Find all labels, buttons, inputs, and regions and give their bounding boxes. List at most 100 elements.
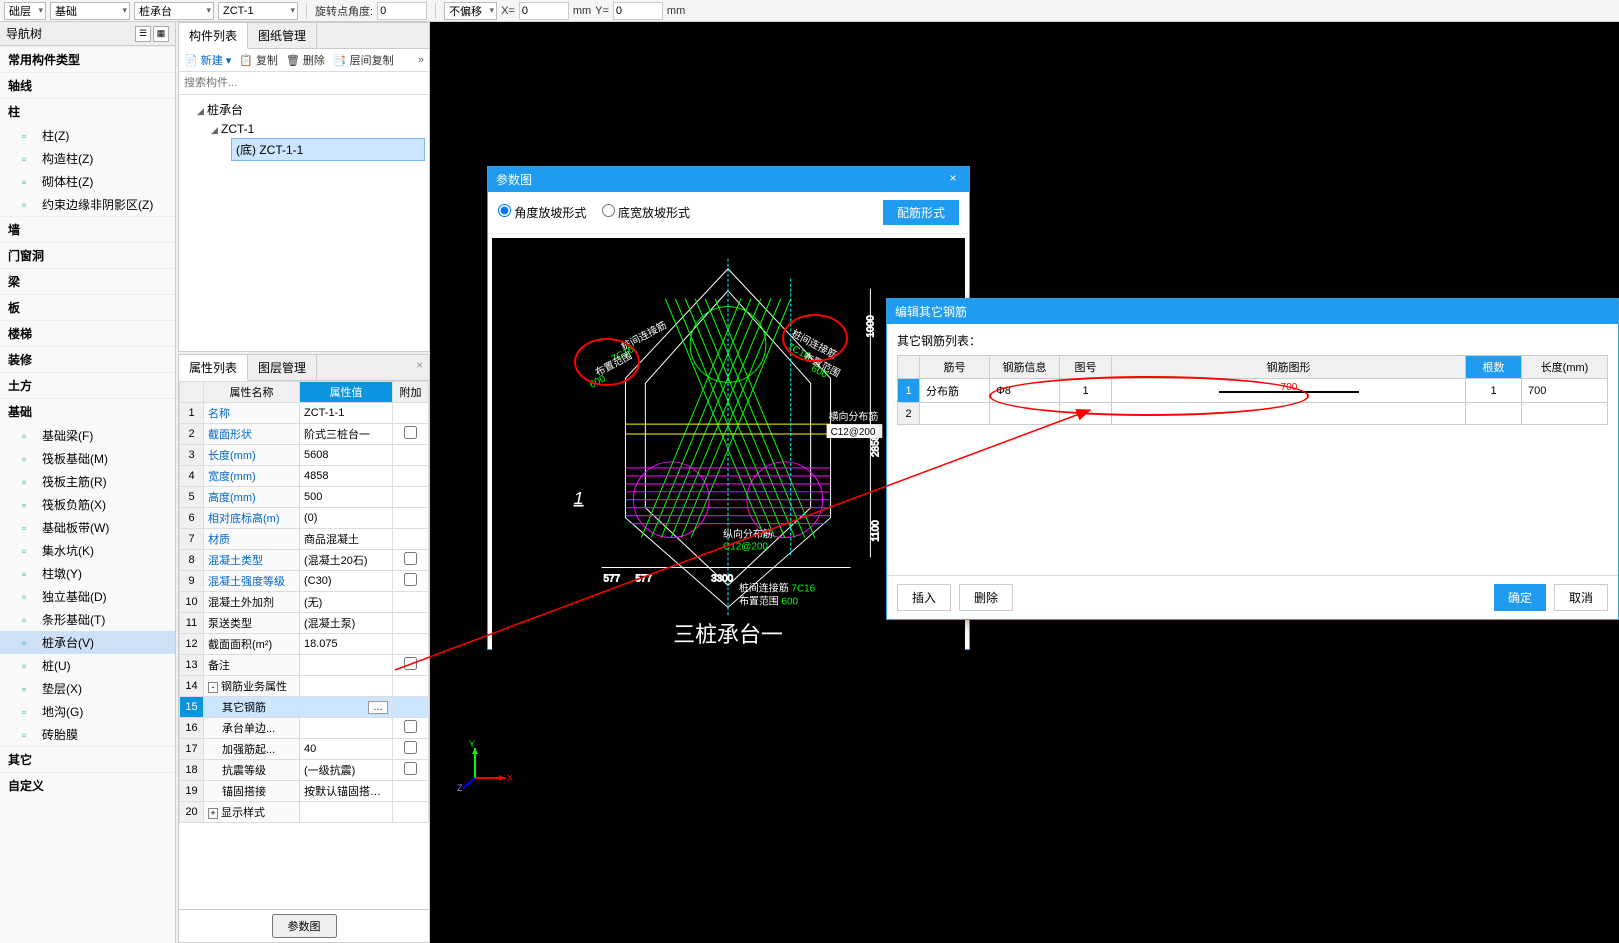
nav-item[interactable]: ▫筏板负筋(X) <box>0 493 175 516</box>
prop-row[interactable]: 16 承台单边... <box>180 718 429 739</box>
nav-item[interactable]: ▫筏板主筋(R) <box>0 470 175 493</box>
offset-dropdown[interactable]: 不偏移 <box>444 2 497 20</box>
tree-root[interactable]: ◢桩承台 <box>183 99 425 120</box>
tab-layer-manage[interactable]: 图层管理 <box>248 355 317 380</box>
tree-child[interactable]: ◢ZCT-1 <box>183 120 425 138</box>
nav-group[interactable]: 门窗洞 <box>0 242 175 268</box>
prop-row[interactable]: 8 混凝土类型 (混凝土20石) <box>180 550 429 571</box>
layer-dropdown[interactable]: 础层 <box>4 2 46 20</box>
prop-row[interactable]: 14 -钢筋业务属性 <box>180 676 429 697</box>
nav-group[interactable]: 柱 <box>0 98 175 124</box>
rebar-row[interactable]: 1 分布筋 Φ8 1 700 1 700 <box>898 379 1608 403</box>
prop-row[interactable]: 4 宽度(mm) 4858 <box>180 466 429 487</box>
rebar-col[interactable]: 图号 <box>1060 356 1112 379</box>
copy-button[interactable]: 📋复制 <box>239 52 278 68</box>
y-input[interactable] <box>613 2 663 20</box>
prop-close-icon[interactable]: × <box>410 355 429 380</box>
nav-group[interactable]: 其它 <box>0 746 175 772</box>
nav-group[interactable]: 楼梯 <box>0 320 175 346</box>
insert-button[interactable]: 插入 <box>897 584 951 611</box>
nav-item[interactable]: ▫砖胎膜 <box>0 723 175 746</box>
prop-checkbox[interactable] <box>404 573 417 586</box>
nav-group[interactable]: 梁 <box>0 268 175 294</box>
prop-checkbox[interactable] <box>404 552 417 565</box>
x-input[interactable] <box>519 2 569 20</box>
prop-row[interactable]: 12 截面面积(m²) 18.075 <box>180 634 429 655</box>
dlg2-titlebar[interactable]: 编辑其它钢筋 <box>887 299 1618 324</box>
ellipsis-button[interactable]: … <box>368 701 388 714</box>
prop-row[interactable]: 6 相对底标高(m) (0) <box>180 508 429 529</box>
prop-row[interactable]: 5 高度(mm) 500 <box>180 487 429 508</box>
nav-item[interactable]: ▫基础梁(F) <box>0 424 175 447</box>
radio-angle-slope[interactable]: 角度放坡形式 <box>498 206 586 220</box>
rebar-form-button[interactable]: 配筋形式 <box>883 200 959 225</box>
prop-row[interactable]: 13 备注 <box>180 655 429 676</box>
nav-item[interactable]: ▫砌体柱(Z) <box>0 170 175 193</box>
rebar-col[interactable]: 钢筋图形 <box>1112 356 1466 379</box>
nav-item[interactable]: ▫柱(Z) <box>0 124 175 147</box>
nav-item[interactable]: ▫独立基础(D) <box>0 585 175 608</box>
nav-group[interactable]: 装修 <box>0 346 175 372</box>
tree-leaf-selected[interactable]: (底) ZCT-1-1 <box>231 138 425 161</box>
nav-group[interactable]: 自定义 <box>0 772 175 798</box>
nav-section-common[interactable]: 常用构件类型 <box>0 46 175 72</box>
dlg1-titlebar[interactable]: 参数图 × <box>488 167 969 192</box>
delete-button[interactable]: 🗑删除 <box>286 52 325 68</box>
prop-row[interactable]: 9 混凝土强度等级 (C30) <box>180 571 429 592</box>
nav-item[interactable]: ▫地沟(G) <box>0 700 175 723</box>
layer2-dropdown[interactable]: 基础 <box>50 2 130 20</box>
rebar-row-empty[interactable]: 2 <box>898 403 1608 425</box>
prop-row[interactable]: 7 材质 商品混凝土 <box>180 529 429 550</box>
nav-item[interactable]: ▫构造柱(Z) <box>0 147 175 170</box>
prop-row[interactable]: 3 长度(mm) 5608 <box>180 445 429 466</box>
prop-row[interactable]: 18 抗震等级 (一级抗震) <box>180 760 429 781</box>
nav-group[interactable]: 板 <box>0 294 175 320</box>
nav-group[interactable]: 墙 <box>0 216 175 242</box>
more-icon[interactable]: » <box>418 54 424 66</box>
param-drawing-button[interactable]: 参数图 <box>272 914 337 938</box>
prop-checkbox[interactable] <box>404 762 417 775</box>
prop-row[interactable]: 10 混凝土外加剂 (无) <box>180 592 429 613</box>
nav-group[interactable]: 土方 <box>0 372 175 398</box>
search-input[interactable] <box>181 74 427 92</box>
new-button[interactable]: 📄新建 ▾ <box>184 52 231 68</box>
cancel-button[interactable]: 取消 <box>1554 584 1608 611</box>
prop-checkbox[interactable] <box>404 657 417 670</box>
prop-row[interactable]: 19 锚固搭接 按默认锚固搭接... <box>180 781 429 802</box>
nav-item[interactable]: ▫桩承台(V) <box>0 631 175 654</box>
prop-checkbox[interactable] <box>404 426 417 439</box>
nav-item[interactable]: ▫条形基础(T) <box>0 608 175 631</box>
nav-item[interactable]: ▫柱墩(Y) <box>0 562 175 585</box>
nav-item[interactable]: ▫约束边缘非阴影区(Z) <box>0 193 175 216</box>
nav-item[interactable]: ▫筏板基础(M) <box>0 447 175 470</box>
prop-checkbox[interactable] <box>404 720 417 733</box>
prop-row[interactable]: 15 其它钢筋 … <box>180 697 429 718</box>
nav-view-grid-icon[interactable]: ▦ <box>153 26 169 42</box>
close-icon[interactable]: × <box>945 171 961 188</box>
nav-item[interactable]: ▫基础板带(W) <box>0 516 175 539</box>
rebar-col[interactable]: 钢筋信息 <box>990 356 1060 379</box>
rebar-col[interactable]: 长度(mm) <box>1522 356 1608 379</box>
tab-property-list[interactable]: 属性列表 <box>179 355 248 381</box>
tab-component-list[interactable]: 构件列表 <box>179 23 248 49</box>
prop-row[interactable]: 20 +显示样式 <box>180 802 429 823</box>
nav-item[interactable]: ▫集水坑(K) <box>0 539 175 562</box>
prop-row[interactable]: 2 截面形状 阶式三桩台一 <box>180 424 429 445</box>
ok-button[interactable]: 确定 <box>1494 584 1546 611</box>
layer-copy-button[interactable]: 📑层间复制 <box>333 52 394 68</box>
comp-type-dropdown[interactable]: 桩承台 <box>134 2 214 20</box>
delete-row-button[interactable]: 删除 <box>959 584 1013 611</box>
radio-bottom-width-slope[interactable]: 底宽放坡形式 <box>602 206 690 220</box>
nav-section-axis[interactable]: 轴线 <box>0 72 175 98</box>
nav-group[interactable]: 基础 <box>0 398 175 424</box>
rebar-col[interactable] <box>898 356 920 379</box>
tab-drawing-manage[interactable]: 图纸管理 <box>248 23 317 48</box>
nav-item[interactable]: ▫桩(U) <box>0 654 175 677</box>
rebar-col[interactable]: 根数 <box>1466 356 1522 379</box>
nav-view-list-icon[interactable]: ☰ <box>135 26 151 42</box>
rotation-input[interactable] <box>377 2 427 20</box>
rebar-col[interactable]: 筋号 <box>920 356 990 379</box>
comp-dropdown[interactable]: ZCT-1 <box>218 2 298 20</box>
prop-row[interactable]: 17 加强筋起... 40 <box>180 739 429 760</box>
prop-row[interactable]: 1 名称 ZCT-1-1 <box>180 403 429 424</box>
